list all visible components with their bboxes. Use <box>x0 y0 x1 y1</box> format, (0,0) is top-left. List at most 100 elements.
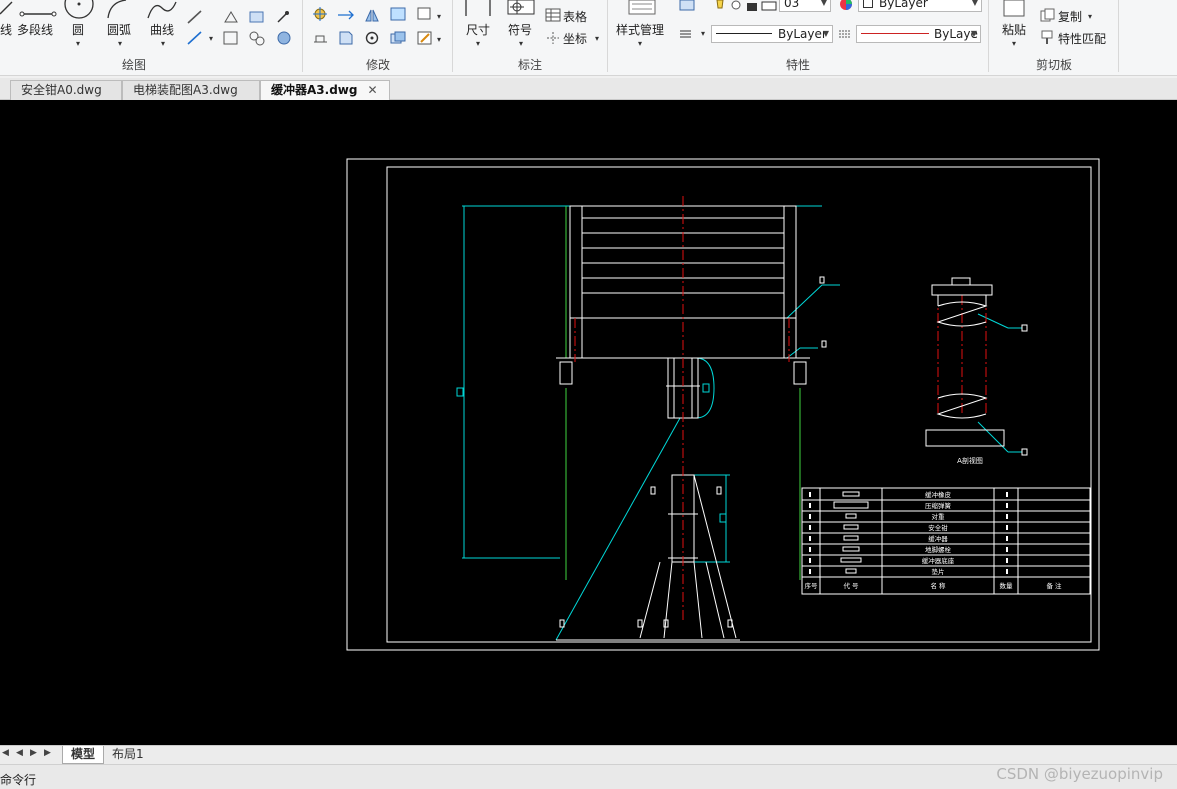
line-button[interactable]: 线 <box>0 21 12 38</box>
table-button[interactable]: 表格 <box>563 8 587 25</box>
copy-object-icon[interactable] <box>389 30 407 46</box>
edit-icon[interactable] <box>416 30 434 46</box>
bom-name: 缓冲器底座 <box>922 556 955 565</box>
hatch-icon[interactable] <box>248 30 266 46</box>
clipboard-panel-title: 剪切板 <box>1035 58 1072 72</box>
annotate-panel-separator <box>607 0 608 72</box>
array-dropdown-icon[interactable]: ▾ <box>437 12 441 21</box>
copy-icon <box>1040 8 1056 22</box>
annotate-panel-title: 标注 <box>517 58 542 72</box>
dimension-icon <box>464 0 494 18</box>
style-manager-button[interactable]: 样式管理 <box>616 21 664 38</box>
line-list-dropdown-icon[interactable]: ▾ <box>701 29 705 38</box>
sun-icon <box>729 0 743 12</box>
copy-dropdown-icon[interactable]: ▾ <box>1088 12 1092 21</box>
layer-properties-icon[interactable] <box>678 0 698 12</box>
draw-panel-separator <box>302 0 303 72</box>
modify-panel-separator <box>452 0 453 72</box>
arc-icon <box>104 0 134 20</box>
tab-layout1[interactable]: 布局1 <box>104 746 152 764</box>
spline-button[interactable]: 曲线 <box>150 21 174 38</box>
bom-name: 地脚螺栓 <box>925 545 952 554</box>
last-layout-icon[interactable]: ▶ <box>44 748 51 758</box>
arc-button[interactable]: 圆弧 <box>107 21 131 38</box>
layer-dropdown-icon[interactable]: ▼ <box>821 0 827 11</box>
color-swatch <box>863 0 873 8</box>
lineweight-dropdown-icon[interactable]: ▼ <box>971 26 977 42</box>
command-line[interactable]: 命令行 CSDN @biyezuopinvip <box>0 764 1177 789</box>
printer-icon <box>761 0 777 12</box>
polyline-button[interactable]: 多段线 <box>17 21 53 38</box>
next-layout-icon[interactable]: ▶ <box>30 748 37 758</box>
lineweight-icon[interactable] <box>838 28 852 40</box>
symbol-button[interactable]: 符号 <box>508 21 532 38</box>
copy-button[interactable]: 复制 <box>1058 8 1082 25</box>
doc-tab-elevator-assembly[interactable]: 电梯装配图A3.dwg <box>122 80 260 100</box>
tab-model-label: 模型 <box>71 747 96 761</box>
tab-model[interactable]: 模型 <box>62 746 105 764</box>
drawing-canvas[interactable]: A剖视图 缓冲橡皮 压缩弹簧 对重 安全钳 缓冲器 地脚螺栓 缓冲器底座 垫片 … <box>0 100 1177 745</box>
region-icon[interactable] <box>248 10 266 24</box>
linetype-combo[interactable]: ByLayer ▼ <box>711 25 833 43</box>
point-icon[interactable] <box>276 10 290 24</box>
circle-dropdown-icon[interactable]: ▾ <box>76 39 80 48</box>
paste-button[interactable]: 粘贴 <box>1002 21 1026 38</box>
layer-combo[interactable]: 03 ▼ <box>779 0 831 12</box>
color-wheel-icon[interactable] <box>838 0 854 12</box>
spline-dropdown-icon[interactable]: ▾ <box>161 39 165 48</box>
polygon-icon[interactable] <box>222 10 240 24</box>
construction-line-icon[interactable] <box>186 30 204 46</box>
linetype-dropdown-icon[interactable]: ▼ <box>823 26 829 42</box>
layer-value: 03 <box>784 0 800 10</box>
bom-name: 缓冲器 <box>928 534 948 543</box>
bom-name: 压缩弹簧 <box>925 501 952 510</box>
trim-icon[interactable] <box>337 30 355 46</box>
lineweight-combo[interactable]: ByLaye ▼ <box>856 25 981 43</box>
dimension-button[interactable]: 尺寸 <box>466 21 490 38</box>
ray-icon[interactable] <box>186 8 204 26</box>
line-list-icon[interactable] <box>679 28 693 40</box>
color-dropdown-icon[interactable]: ▼ <box>972 0 978 11</box>
coordinate-icon <box>545 31 561 45</box>
bom-name: 缓冲橡皮 <box>925 490 952 499</box>
paste-dropdown-icon[interactable]: ▾ <box>1012 39 1016 48</box>
view-caption: A剖视图 <box>957 456 983 465</box>
style-manager-dropdown-icon[interactable]: ▾ <box>638 39 642 48</box>
spline-icon <box>146 0 178 20</box>
scale-icon[interactable] <box>312 30 330 46</box>
match-properties-button[interactable]: 特性匹配 <box>1058 30 1106 47</box>
offset-icon[interactable] <box>389 6 407 22</box>
drawing-svg: A剖视图 缓冲橡皮 压缩弹簧 对重 安全钳 缓冲器 地脚螺栓 缓冲器底座 垫片 … <box>346 158 1100 651</box>
color-combo[interactable]: ByLayer ▼ <box>858 0 982 12</box>
symbol-dropdown-icon[interactable]: ▾ <box>519 39 523 48</box>
lock-icon <box>745 0 759 12</box>
arc-dropdown-icon[interactable]: ▾ <box>118 39 122 48</box>
doc-tab-label: 电梯装配图A3.dwg <box>133 83 238 97</box>
previous-layout-icon[interactable]: ◀ <box>16 748 23 758</box>
mirror-icon[interactable] <box>364 8 380 22</box>
modify-panel-title: 修改 <box>365 58 390 72</box>
dimension-dropdown-icon[interactable]: ▾ <box>476 39 480 48</box>
first-layout-icon[interactable]: ◀ <box>2 748 9 758</box>
linetype-preview <box>716 33 772 34</box>
construction-line-dropdown-icon[interactable]: ▾ <box>209 34 213 43</box>
match-properties-icon <box>1040 30 1056 46</box>
circle-button[interactable]: 圆 <box>72 21 84 38</box>
stretch-icon[interactable] <box>337 8 355 22</box>
draw-panel-title: 绘图 <box>121 58 146 72</box>
coordinate-button[interactable]: 坐标 <box>563 30 587 47</box>
move-icon[interactable] <box>312 6 330 22</box>
bom-header-seq: 序号 <box>805 581 819 590</box>
command-line-label: 命令行 <box>0 773 37 787</box>
rectangle-icon[interactable] <box>222 30 240 46</box>
edit-dropdown-icon[interactable]: ▾ <box>437 35 441 44</box>
array-icon[interactable] <box>416 6 434 22</box>
doc-tab-buffer[interactable]: 缓冲器A3.dwg ✕ <box>260 80 390 100</box>
coordinate-dropdown-icon[interactable]: ▾ <box>595 34 599 43</box>
line-icon[interactable] <box>0 0 14 22</box>
rotate-icon[interactable] <box>364 30 380 46</box>
bom-name: 对重 <box>932 512 946 521</box>
close-icon[interactable]: ✕ <box>367 83 377 97</box>
gradient-icon[interactable] <box>276 30 292 46</box>
doc-tab-safety-gear[interactable]: 安全钳A0.dwg <box>10 80 122 100</box>
